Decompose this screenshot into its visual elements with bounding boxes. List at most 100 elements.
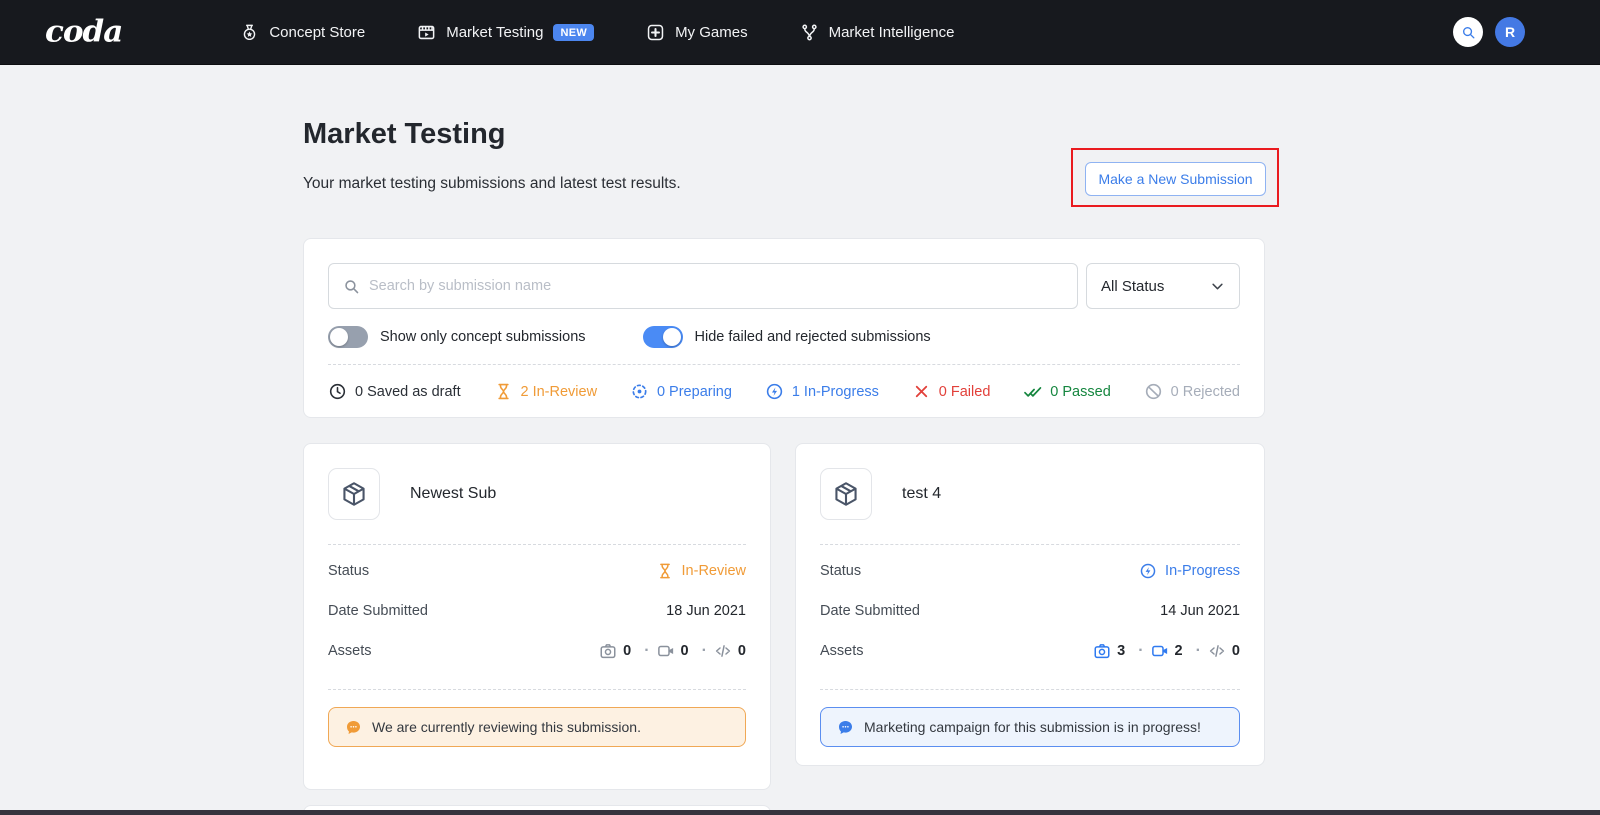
assets-label: Assets <box>328 643 372 659</box>
nav-item-concept-store[interactable]: Concept Store <box>240 23 365 42</box>
clock-icon <box>328 382 347 401</box>
asset-count: 0 <box>599 642 649 660</box>
hourglass-icon <box>656 562 674 580</box>
status-row: Status In-Progress <box>820 551 1240 591</box>
avatar[interactable]: R <box>1495 17 1525 47</box>
double-check-icon <box>1023 382 1042 401</box>
toggle-switch[interactable] <box>643 326 683 348</box>
coda-logo[interactable]: coda <box>45 15 122 49</box>
card-header: Newest Sub <box>328 468 746 520</box>
search-icon <box>343 278 360 295</box>
camera-icon <box>599 642 617 660</box>
toggle-row: Show only concept submissions Hide faile… <box>328 326 1240 348</box>
code-icon <box>714 642 732 660</box>
submission-card[interactable]: Newest Sub Status In-Review Date Submitt… <box>303 443 771 790</box>
submission-name: Newest Sub <box>410 485 496 503</box>
status-filter[interactable]: 1 In-Progress <box>765 382 879 401</box>
status-filter[interactable]: 0 Passed <box>1023 382 1110 401</box>
video-icon <box>657 642 675 660</box>
status-filter[interactable]: 2 In-Review <box>494 382 598 401</box>
status-badge: In-Review <box>656 562 746 580</box>
submission-notice: Marketing campaign for this submission i… <box>820 707 1240 747</box>
divider <box>328 544 746 545</box>
asset-count: 0 <box>1208 642 1240 660</box>
x-icon <box>912 382 931 401</box>
status-badge: In-Progress <box>1139 562 1240 580</box>
video-icon <box>1151 642 1169 660</box>
status-filter[interactable]: 0 Saved as draft <box>328 382 461 401</box>
status-filter-label: 0 Failed <box>939 384 991 400</box>
package-icon <box>832 480 860 508</box>
filter-panel: All Status Show only concept submissions… <box>303 238 1265 418</box>
notice-text: Marketing campaign for this submission i… <box>864 719 1201 735</box>
assets-label: Assets <box>820 643 864 659</box>
clapperboard-icon <box>417 23 436 42</box>
bottom-edge-strip <box>0 810 1600 815</box>
search-icon <box>1461 25 1476 40</box>
nav-item-my-games[interactable]: My Games <box>646 23 748 42</box>
nav-item-label: Market Testing <box>446 24 543 41</box>
status-row: Status In-Review <box>328 551 746 591</box>
divider <box>328 364 1240 365</box>
status-filter[interactable]: 0 Failed <box>912 382 991 401</box>
asset-count: 2 <box>1151 642 1201 660</box>
page-title: Market Testing <box>303 118 506 151</box>
submission-cards-grid: Newest Sub Status In-Review Date Submitt… <box>303 443 1265 790</box>
chevron-down-icon <box>1210 279 1225 294</box>
status-value-label: In-Progress <box>1165 563 1240 579</box>
gamepad-icon <box>646 23 665 42</box>
card-header: test 4 <box>820 468 1240 520</box>
code-icon <box>1208 642 1226 660</box>
toggle-knob <box>330 328 348 346</box>
main-nav: Concept Store Market Testing NEW My Game… <box>240 23 954 42</box>
toggle-label: Hide failed and rejected submissions <box>695 329 931 345</box>
medal-icon <box>240 23 259 42</box>
hourglass-icon <box>494 382 513 401</box>
make-new-submission-button[interactable]: Make a New Submission <box>1085 162 1266 196</box>
divider <box>820 689 1240 690</box>
date-label: Date Submitted <box>328 603 428 619</box>
status-filter-label: 1 In-Progress <box>792 384 879 400</box>
nav-item-label: My Games <box>675 24 748 41</box>
search-input[interactable] <box>369 278 1063 294</box>
submission-card[interactable]: test 4 Status In-Progress Date Submitted… <box>795 443 1265 766</box>
in-progress-icon <box>1139 562 1157 580</box>
status-value-label: In-Review <box>682 563 746 579</box>
status-filter-label: 0 Saved as draft <box>355 384 461 400</box>
new-badge: NEW <box>553 24 594 41</box>
nav-item-label: Concept Store <box>269 24 365 41</box>
asset-count: 0 <box>657 642 707 660</box>
toggle-knob <box>663 328 681 346</box>
toggle-switch[interactable] <box>328 326 368 348</box>
toggle-label: Show only concept submissions <box>380 329 586 345</box>
status-filter[interactable]: 0 Rejected <box>1144 382 1240 401</box>
toggle-row-item: Hide failed and rejected submissions <box>643 326 931 348</box>
network-icon <box>800 23 819 42</box>
assets-counts: 3 2 0 <box>1093 642 1240 660</box>
package-icon <box>340 480 368 508</box>
nav-item-market-testing[interactable]: Market Testing NEW <box>417 23 594 42</box>
status-filter-label: 0 Passed <box>1050 384 1110 400</box>
navbar-right: R <box>1453 17 1525 47</box>
status-dropdown-value: All Status <box>1101 278 1164 295</box>
status-filter[interactable]: 0 Preparing <box>630 382 732 401</box>
nav-item-label: Market Intelligence <box>829 24 955 41</box>
status-filter-label: 0 Preparing <box>657 384 732 400</box>
date-label: Date Submitted <box>820 603 920 619</box>
date-value: 18 Jun 2021 <box>666 603 746 619</box>
submission-name: test 4 <box>902 485 941 503</box>
global-search-button[interactable] <box>1453 17 1483 47</box>
divider <box>328 689 746 690</box>
status-filter-label: 2 In-Review <box>521 384 598 400</box>
asset-count: 0 <box>714 642 746 660</box>
assets-counts: 0 0 0 <box>599 642 746 660</box>
chat-bubble-icon <box>837 719 854 736</box>
assets-row: Assets 3 2 0 <box>820 631 1240 671</box>
nav-item-market-intelligence[interactable]: Market Intelligence <box>800 23 955 42</box>
date-row: Date Submitted 14 Jun 2021 <box>820 591 1240 631</box>
chat-bubble-icon <box>345 719 362 736</box>
status-dropdown[interactable]: All Status <box>1086 263 1240 309</box>
submission-icon-box <box>328 468 380 520</box>
notice-text: We are currently reviewing this submissi… <box>372 719 641 735</box>
date-value: 14 Jun 2021 <box>1160 603 1240 619</box>
